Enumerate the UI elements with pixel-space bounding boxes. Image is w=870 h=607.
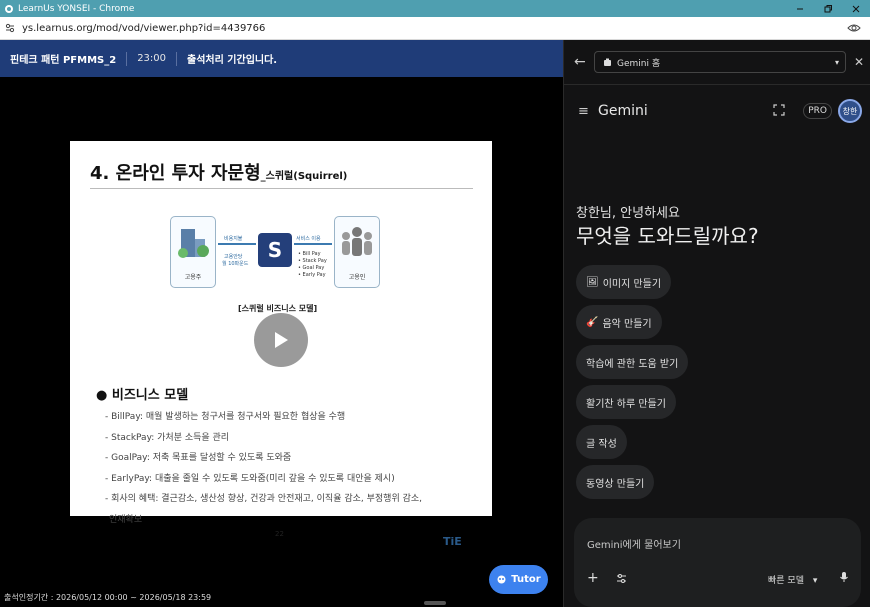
greeting-text: 창한님, 안녕하세요: [576, 206, 680, 221]
section-heading: ● 비즈니스 모델: [96, 388, 189, 403]
chip-label: 활기찬 하루 만들기: [586, 398, 666, 410]
close-window-icon[interactable]: [842, 0, 870, 17]
slide-page-number: 22: [275, 530, 284, 538]
employer-box: 고용주: [170, 216, 216, 288]
side-panel-header: ← Gemini 홈 ▾ ✕: [564, 40, 870, 85]
avatar[interactable]: 창한: [838, 99, 862, 123]
slide-title-main: 4. 온라인 투자 자문형: [90, 163, 261, 184]
minimize-icon[interactable]: [786, 0, 814, 17]
seek-handle[interactable]: [424, 601, 446, 605]
window-titlebar: LearnUs YONSEI - Chrome: [0, 0, 870, 17]
business-model-diagram: 고용주 비용지불 고용안당 월 10파운드 S 서비스 이용 • Bill Pa…: [170, 213, 385, 293]
back-arrow-icon[interactable]: ←: [574, 54, 592, 70]
model-selector[interactable]: 빠른 모델 ▾: [768, 573, 817, 586]
service-item: • Bill Pay: [298, 251, 321, 257]
gemini-tab-selector[interactable]: Gemini 홈 ▾: [594, 51, 846, 73]
tutor-icon: [497, 575, 506, 584]
chip-label: 학습에 관한 도움 받기: [586, 358, 679, 370]
prompt-input-box[interactable]: Gemini에게 물어보기 + 빠른 모델 ▾: [574, 518, 861, 607]
guitar-icon: 🎸: [586, 316, 599, 328]
bullet-item: - BillPay: 매월 발생하는 청구서를 청구서와 필요한 협상을 수행: [105, 412, 346, 422]
chip-create-image[interactable]: 🖼 이미지 만들기: [576, 265, 672, 299]
chip-create-video[interactable]: 동영상 만들기: [576, 465, 655, 499]
chip-energize-day[interactable]: 활기찬 하루 만들기: [576, 385, 676, 419]
chevron-down-icon: ▾: [834, 57, 839, 67]
slide-title: 4. 온라인 투자 자문형_스퀴럴(Squirrel): [90, 159, 347, 185]
squirrel-logo: S: [258, 233, 292, 267]
chip-label: 동영상 만들기: [586, 478, 645, 490]
people-icon: [342, 227, 372, 256]
gemini-side-panel: ← Gemini 홈 ▾ ✕ ≡ Gemini PRO 창한 창한님, 안녕하세…: [563, 40, 870, 607]
prompt-input-placeholder[interactable]: Gemini에게 물어보기: [587, 536, 681, 551]
bullet-item: - 회사의 혜택: 결근감소, 생산성 향상, 건강과 안전재고, 이직율 감소…: [105, 494, 423, 504]
microphone-icon[interactable]: [839, 571, 849, 586]
employee-box: 고용인: [334, 216, 380, 288]
lecture-time: 23:00: [137, 53, 167, 64]
tutor-button[interactable]: Tutor: [489, 565, 548, 594]
gemini-brand: Gemini: [598, 103, 648, 119]
building-icon: [178, 229, 209, 258]
gemini-toolbar: ≡ Gemini PRO 창한: [564, 96, 870, 126]
chip-label: 글 작성: [586, 438, 617, 450]
service-item: • Early Pay: [298, 272, 326, 278]
bullet-item: - GoalPay: 저축 목표를 달성할 수 있도록 도와줌: [105, 453, 292, 463]
prompt-heading: 무엇을 도와드릴까요?: [576, 224, 759, 248]
payment-label: 비용지불: [224, 236, 243, 242]
url-text[interactable]: ys.learnus.org/mod/vod/viewer.php?id=443…: [22, 23, 846, 34]
bullet-item: - EarlyPay: 대출을 줄일 수 있도록 도와줌(미리 갚을 수 있도록…: [105, 473, 395, 484]
chip-write[interactable]: 글 작성: [576, 425, 627, 459]
employee-label: 고용인: [348, 274, 366, 281]
chevron-down-icon: ▾: [812, 576, 818, 586]
employer-label: 고용주: [184, 274, 202, 281]
expand-icon[interactable]: [773, 103, 789, 119]
service-label: 서비스 이용: [296, 236, 321, 242]
close-panel-icon[interactable]: ✕: [854, 55, 864, 69]
chrome-app-icon: [4, 4, 14, 14]
play-icon: [275, 332, 288, 348]
player-header: 핀테크 패턴 PFMMS_2 23:00 출석처리 기간입니다.: [0, 40, 563, 77]
address-bar[interactable]: ys.learnus.org/mod/vod/viewer.php?id=443…: [0, 17, 870, 40]
fee-label-1: 고용안당: [224, 254, 243, 260]
menu-icon[interactable]: ≡: [578, 104, 589, 119]
tie-logo: TiE: [443, 535, 462, 548]
attendance-period: 출석인정기간 : 2026/05/12 00:00 ~ 2026/05/18 2…: [4, 593, 212, 602]
play-button[interactable]: [254, 313, 308, 367]
add-icon[interactable]: +: [587, 570, 599, 586]
chip-label: 이미지 만들기: [602, 278, 662, 290]
bullet-item: - StackPay: 가처분 소득을 관리: [105, 432, 230, 443]
video-player[interactable]: 핀테크 패턴 PFMMS_2 23:00 출석처리 기간입니다. 4. 온라인 …: [0, 40, 563, 607]
model-label: 빠른 모델: [768, 576, 804, 586]
tools-icon[interactable]: [616, 573, 627, 587]
chip-study-help[interactable]: 학습에 관한 도움 받기: [576, 345, 689, 379]
attendance-notice: 출석처리 기간입니다.: [187, 55, 278, 66]
tab-favicon-icon: [604, 58, 611, 66]
site-info-icon[interactable]: [4, 22, 16, 34]
service-item: • Goal Pay: [298, 265, 325, 271]
header-divider: [176, 51, 178, 66]
tab-label: Gemini 홈: [617, 58, 661, 69]
chip-create-music[interactable]: 🎸 음악 만들기: [576, 305, 662, 339]
window-title: LearnUs YONSEI - Chrome: [18, 3, 135, 14]
pro-badge[interactable]: PRO: [803, 103, 832, 119]
image-icon: 🖼: [586, 276, 599, 288]
restore-icon[interactable]: [814, 0, 842, 17]
service-item: • Stack Pay: [298, 258, 327, 264]
bullet-item: 인재확보: [109, 514, 143, 525]
service-arrow: [294, 243, 332, 245]
slide-divider: [90, 188, 473, 189]
bullet-list: - BillPay: 매월 발생하는 청구서를 청구서와 필요한 협상을 수행 …: [105, 407, 485, 530]
slide-subtitle: _스퀴럴(Squirrel): [260, 171, 348, 182]
chip-label: 음악 만들기: [602, 318, 652, 330]
payment-arrow: [218, 243, 256, 245]
header-divider: [126, 51, 128, 66]
eye-icon[interactable]: [846, 20, 862, 36]
course-title: 핀테크 패턴 PFMMS_2: [10, 55, 117, 66]
fee-label-2: 월 10파운드: [222, 261, 249, 267]
tutor-label: Tutor: [511, 574, 541, 585]
